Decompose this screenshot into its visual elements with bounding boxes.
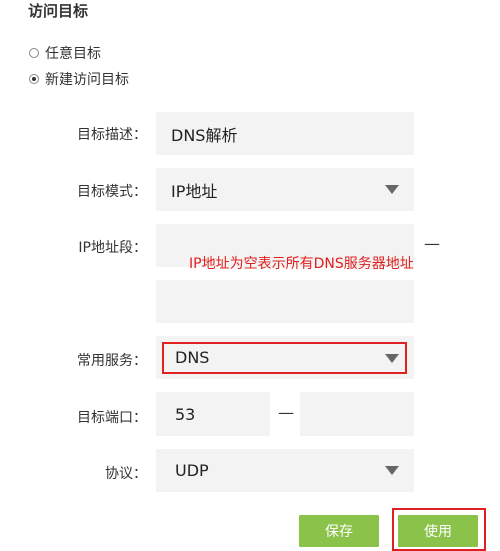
service-highlight-box — [162, 342, 407, 374]
radio-any-target-label: 任意目标 — [45, 46, 101, 62]
protocol-select[interactable]: UDP — [156, 449, 414, 492]
radio-unchecked-icon[interactable] — [29, 48, 39, 58]
radio-new-target-label: 新建访问目标 — [45, 72, 129, 88]
mode-dropdown-arrow-icon[interactable] — [385, 185, 399, 194]
section-title: 访问目标 — [28, 2, 89, 20]
service-label: 常用服务： — [77, 353, 147, 369]
protocol-dropdown-arrow-icon[interactable] — [385, 466, 399, 475]
protocol-value: UDP — [175, 461, 209, 480]
ip-range-label: IP地址段： — [78, 240, 147, 256]
mode-value: IP地址 — [171, 181, 218, 201]
radio-checked-icon[interactable] — [29, 74, 39, 84]
annotation-text: IP地址为空表示所有DNS服务器地址 — [189, 256, 414, 272]
mode-label: 目标模式： — [77, 184, 147, 200]
protocol-label: 协议： — [105, 466, 147, 482]
port-label: 目标端口： — [77, 410, 147, 426]
ip-range-end-input[interactable] — [156, 280, 414, 323]
port-start-input[interactable]: 53 — [156, 392, 270, 436]
mode-select[interactable]: IP地址 — [156, 168, 414, 211]
port-dash: — — [278, 403, 294, 422]
description-value: DNS解析 — [171, 125, 238, 145]
ip-range-dash: — — [424, 234, 440, 253]
save-button[interactable]: 保存 — [299, 515, 379, 547]
port-start-value: 53 — [175, 404, 196, 424]
description-label: 目标描述： — [77, 127, 147, 143]
port-end-input[interactable] — [300, 392, 414, 436]
radio-any-target[interactable]: 任意目标 — [29, 43, 101, 63]
radio-new-target[interactable]: 新建访问目标 — [29, 69, 129, 89]
apply-highlight-box — [392, 508, 486, 551]
description-input[interactable]: DNS解析 — [156, 112, 414, 155]
